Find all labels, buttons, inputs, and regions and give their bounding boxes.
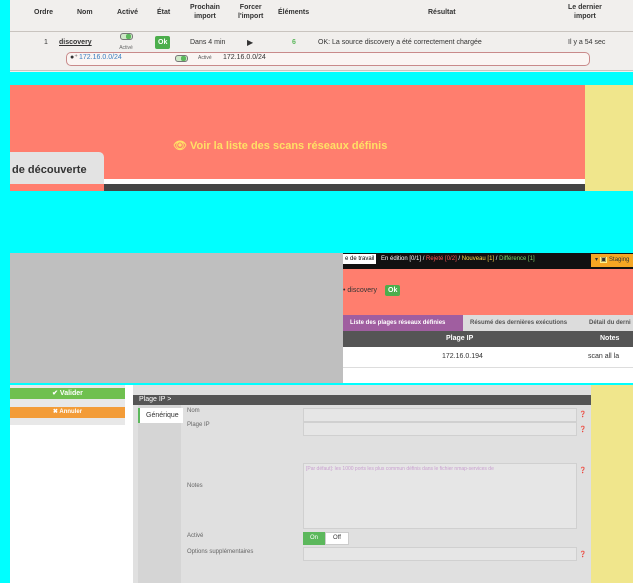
table-header: Plage IP Notes	[343, 331, 633, 347]
toggle-on[interactable]: On	[303, 532, 325, 545]
chevron-down-icon: ▾	[595, 257, 599, 263]
discovery-banner: 👁 Voir la liste des scans réseaux défini…	[10, 85, 585, 191]
nom-input[interactable]	[303, 408, 577, 422]
result-text: OK: La source discovery a été correcteme…	[318, 39, 482, 46]
label-notes: Notes	[187, 483, 203, 489]
cell-notes: scan all la	[588, 353, 620, 360]
range-value: 172.16.0.0/24	[223, 54, 266, 61]
actions-spacer	[10, 425, 125, 583]
label-plage-ip: Plage IP	[187, 422, 210, 428]
status-badge: Ok	[385, 285, 401, 296]
header-ordre: Ordre	[34, 9, 54, 16]
header-etat: État	[157, 9, 171, 16]
next-import: Dans 4 min	[190, 39, 226, 46]
validate-button[interactable]: ✔ Valider	[10, 388, 125, 399]
header-dernier: Le dernier import	[568, 4, 602, 20]
divider	[10, 31, 633, 32]
notes-placeholder: [Par défaut]: les 1000 ports les plus co…	[306, 466, 494, 472]
range-active-label: Activé	[198, 55, 212, 61]
header-forcer: Forcer l'import	[238, 4, 264, 20]
range-toggle[interactable]	[175, 55, 188, 64]
source-header: • discovery Ok	[343, 269, 633, 315]
header-nom: Nom	[77, 9, 93, 16]
header-active: Activé	[117, 9, 139, 16]
form-sidebar: Générique	[138, 405, 183, 583]
side-panel	[591, 385, 633, 583]
breadcrumb-dot: •	[343, 287, 346, 294]
workspace-bar: e de travail En édition [0/1] / Rejeté […	[343, 253, 633, 269]
divider	[10, 70, 633, 71]
header-plage-ip: Plage IP	[446, 335, 474, 342]
header-prochain: Prochain import	[190, 4, 220, 20]
tab-generique[interactable]: Générique	[138, 408, 183, 423]
last-import: Il y a 54 sec	[568, 39, 606, 46]
active-toggle[interactable]: Activé	[116, 33, 136, 53]
tab-bar	[104, 184, 585, 191]
header-notes: Notes	[600, 335, 620, 342]
lock-icon: ▣	[599, 257, 608, 263]
form-actions: ✔ Valider ✖ Annuler	[10, 385, 125, 583]
gutter	[125, 385, 133, 583]
toggle-icon	[175, 55, 188, 62]
form-header: Plage IP >	[133, 395, 591, 405]
subrow-range: ●⁺ 172.16.0.0/24 Activé 172.16.0.0/24	[66, 52, 590, 66]
workspace-status[interactable]: En édition [0/1] / Rejeté [0/2] / Nouvea…	[381, 256, 535, 262]
options-input[interactable]	[303, 547, 577, 561]
eye-icon: 👁	[173, 140, 187, 152]
help-icon[interactable]: ❓	[579, 411, 586, 418]
scan-list-link[interactable]: 👁 Voir la liste des scans réseaux défini…	[173, 139, 387, 152]
header-resultat: Résultat	[428, 9, 456, 16]
elements-count[interactable]: 6	[292, 38, 296, 47]
staging-button[interactable]: ▾ ▣ Staging	[591, 254, 633, 267]
network-icon: ●⁺	[70, 54, 78, 61]
plage-ip-input[interactable]	[303, 422, 577, 436]
help-icon[interactable]: ❓	[579, 551, 586, 558]
workspace-label[interactable]: e de travail	[343, 254, 377, 264]
help-icon[interactable]: ❓	[579, 467, 586, 474]
tab-discovery[interactable]: de découverte	[10, 152, 104, 184]
tab-ranges[interactable]: Liste des plages réseaux définies	[350, 320, 445, 326]
tabs: Liste des plages réseaux définies Résumé…	[343, 315, 633, 331]
status-badge: Ok	[155, 36, 171, 49]
label-active: Activé	[187, 533, 204, 539]
play-icon[interactable]: ▶	[247, 38, 253, 47]
toggle-off[interactable]: Off	[325, 532, 349, 545]
import-table: Ordre Nom Activé État Prochain import Fo…	[10, 0, 633, 72]
toggle-icon	[119, 33, 133, 40]
table-row[interactable]: 172.16.0.194 scan all la	[343, 347, 633, 368]
range-form: Plage IP > Générique Nom ❓ Plage IP ❓ No…	[133, 385, 591, 583]
range-link[interactable]: 172.16.0.0/24	[79, 54, 122, 61]
row-ordre: 1	[44, 39, 48, 46]
header-elements: Éléments	[278, 9, 310, 16]
cell-ip: 172.16.0.194	[442, 353, 483, 360]
cancel-button[interactable]: ✖ Annuler	[10, 407, 125, 418]
network-ranges-panel: e de travail En édition [0/1] / Rejeté […	[343, 253, 633, 383]
label-options: Options supplémentaires	[187, 549, 254, 555]
side-panel	[585, 85, 633, 191]
notes-textarea[interactable]: [Par défaut]: les 1000 ports les plus co…	[303, 463, 577, 529]
label-nom: Nom	[187, 408, 200, 414]
empty-area	[10, 253, 343, 383]
source-link[interactable]: discovery	[59, 38, 92, 47]
breadcrumb: • discovery	[343, 287, 377, 294]
tab-detail[interactable]: Détail du derni	[589, 320, 631, 326]
help-icon[interactable]: ❓	[579, 426, 586, 433]
tab-summary[interactable]: Résumé des dernières exécutions	[470, 320, 567, 326]
